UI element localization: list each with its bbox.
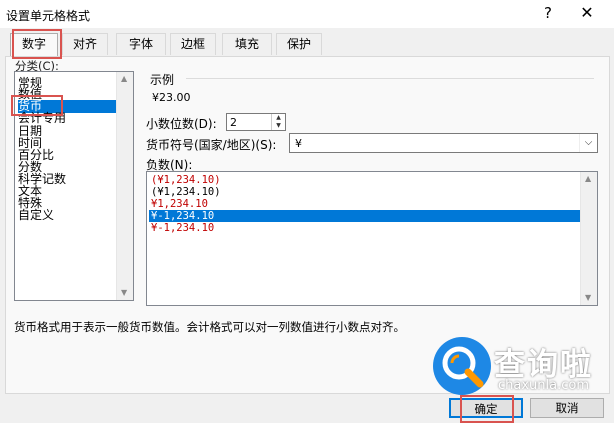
help-button[interactable]: ? (538, 3, 558, 23)
stepper-buttons: ▲ ▼ (271, 114, 285, 130)
tab-fill[interactable]: 填充 (222, 33, 272, 55)
sample-value: ¥23.00 (152, 91, 191, 104)
negative-numbers-list[interactable]: (¥1,234.10) (¥1,234.10) ¥1,234.10 ¥-1,23… (146, 171, 598, 306)
scroll-down-icon[interactable]: ▼ (121, 288, 127, 297)
tab-bar: 数字 对齐 字体 边框 填充 保护 (10, 33, 605, 57)
spin-up-icon[interactable]: ▲ (272, 114, 285, 122)
close-button[interactable]: ✕ (574, 2, 600, 24)
negative-format-item[interactable]: ¥-1,234.10 (149, 222, 580, 234)
tab-alignment[interactable]: 对齐 (62, 33, 108, 55)
scroll-down-icon[interactable]: ▼ (585, 293, 591, 302)
negative-format-item[interactable]: (¥1,234.10) (149, 186, 580, 198)
cancel-button[interactable]: 取消 (530, 398, 604, 418)
scroll-up-icon[interactable]: ▲ (585, 174, 591, 183)
scroll-up-icon[interactable]: ▲ (121, 74, 127, 83)
spin-down-icon[interactable]: ▼ (272, 122, 285, 130)
tab-protection[interactable]: 保护 (276, 33, 322, 55)
decimal-places-value[interactable]: 2 (230, 116, 237, 129)
tab-border[interactable]: 边框 (170, 33, 216, 55)
sample-label: 示例 (150, 73, 175, 87)
decimal-places-stepper[interactable]: 2 ▲ ▼ (226, 113, 286, 131)
negative-format-item[interactable]: (¥1,234.10) (149, 174, 580, 186)
sample-divider (186, 78, 594, 79)
currency-symbol-value: ¥ (295, 137, 302, 150)
currency-symbol-select[interactable]: ¥ ⌵ (289, 133, 598, 153)
dialog-title: 设置单元格格式 (6, 9, 91, 23)
format-description: 货币格式用于表示一般货币数值。会计格式可以对一列数值进行小数点对齐。 (14, 320, 405, 334)
negative-format-item-selected[interactable]: ¥-1,234.10 (149, 210, 580, 222)
tab-font[interactable]: 字体 (116, 33, 166, 55)
currency-symbol-label: 货币符号(国家/地区)(S): (146, 138, 277, 152)
watermark: 查询啦 chaxunla.com (432, 336, 614, 398)
category-highlight-box (11, 95, 63, 116)
category-item[interactable]: 自定义 (18, 209, 54, 222)
magnifier-logo-icon (433, 337, 491, 395)
category-scrollbar[interactable]: ▲ ▼ (116, 72, 133, 300)
negative-format-item[interactable]: ¥1,234.10 (149, 198, 580, 210)
title-bar: 设置单元格格式 ? ✕ (0, 0, 614, 28)
watermark-domain: chaxunla.com (498, 378, 589, 393)
decimal-places-label: 小数位数(D): (146, 117, 217, 131)
chevron-down-icon[interactable]: ⌵ (579, 134, 597, 152)
ok-highlight-box (460, 395, 514, 423)
tab-highlight-box (12, 29, 62, 59)
negative-list-scrollbar[interactable]: ▲ ▼ (580, 172, 597, 305)
sample-group: 示例 ¥23.00 (146, 68, 598, 110)
